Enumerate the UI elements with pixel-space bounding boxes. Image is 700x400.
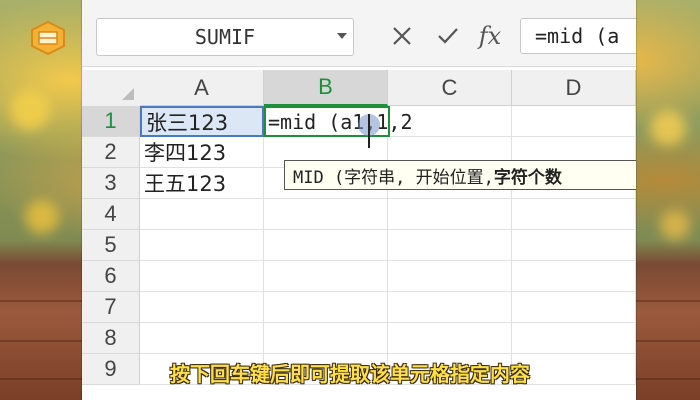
close-icon xyxy=(393,27,411,45)
function-hint-tooltip: MID (字符串, 开始位置, 字符个数 xyxy=(284,160,636,190)
grid-cell[interactable] xyxy=(140,292,264,323)
grid-cell[interactable] xyxy=(512,261,636,292)
grid-cell[interactable] xyxy=(264,323,388,354)
formula-bar-text: =mid (a xyxy=(535,24,620,48)
column-header-d[interactable]: D xyxy=(512,70,636,106)
grid-cell[interactable] xyxy=(512,199,636,230)
background-flower xyxy=(650,110,686,146)
grid-cell[interactable] xyxy=(388,261,512,292)
grid-cell[interactable] xyxy=(512,106,636,137)
cell-a2-value: 李四123 xyxy=(144,141,227,165)
background-flower xyxy=(660,210,690,240)
enter-formula-button[interactable] xyxy=(432,20,464,52)
row-header-5[interactable]: 5 xyxy=(82,230,140,261)
row-header-6[interactable]: 6 xyxy=(82,261,140,292)
cell-a2[interactable]: 李四123 xyxy=(140,137,264,168)
grid-cell[interactable] xyxy=(388,292,512,323)
check-icon xyxy=(438,28,458,44)
row-header-2[interactable]: 2 xyxy=(82,137,140,168)
grid-cell[interactable] xyxy=(512,230,636,261)
cell-a1-value: 张三123 xyxy=(146,110,229,135)
grid-cell[interactable] xyxy=(264,230,388,261)
text-cursor-ibeam-icon xyxy=(368,114,370,148)
grid-cell[interactable] xyxy=(264,292,388,323)
grid-cell[interactable] xyxy=(264,199,388,230)
name-box-dropdown-icon[interactable] xyxy=(337,33,347,39)
background-flower xyxy=(10,90,50,130)
name-box-value: SUMIF xyxy=(194,25,256,49)
formula-bar-input[interactable]: =mid (a xyxy=(520,18,636,54)
spreadsheet-window: SUMIF fx =mid (a A B C D 1 2 3 4 5 6 7 8… xyxy=(82,0,636,400)
row-header-3[interactable]: 3 xyxy=(82,168,140,199)
formula-toolbar: SUMIF fx =mid (a xyxy=(82,0,636,67)
grid-cell[interactable] xyxy=(140,230,264,261)
grid-cell[interactable] xyxy=(388,199,512,230)
grid-cell[interactable] xyxy=(264,261,388,292)
insert-function-button[interactable]: fx xyxy=(474,20,506,52)
grid-cell[interactable] xyxy=(512,323,636,354)
fx-icon: fx xyxy=(478,22,502,50)
grid-cell[interactable] xyxy=(140,261,264,292)
select-all-corner[interactable] xyxy=(82,70,141,107)
cancel-formula-button[interactable] xyxy=(386,20,418,52)
column-header-c[interactable]: C xyxy=(388,70,512,106)
select-all-icon xyxy=(122,88,134,100)
column-header-b[interactable]: B xyxy=(264,70,388,106)
grid-cell[interactable] xyxy=(140,199,264,230)
grid-cell[interactable] xyxy=(388,230,512,261)
tooltip-current-arg: 字符个数 xyxy=(493,167,562,188)
column-header-a[interactable]: A xyxy=(140,70,264,106)
row-header-8[interactable]: 8 xyxy=(82,323,140,354)
name-box[interactable]: SUMIF xyxy=(96,18,354,56)
tooltip-text: MID (字符串, 开始位置, xyxy=(293,167,494,188)
row-header-1[interactable]: 1 xyxy=(82,106,140,137)
background-flower xyxy=(25,200,59,234)
grid-cell[interactable] xyxy=(388,323,512,354)
grid-cell[interactable] xyxy=(140,323,264,354)
video-caption: 按下回车键后即可提取该单元格指定内容 xyxy=(170,362,530,386)
cell-a1[interactable]: 张三123 xyxy=(140,106,264,137)
grid-cell[interactable] xyxy=(512,292,636,323)
row-header-7[interactable]: 7 xyxy=(82,292,140,323)
cell-b1-formula: =mid (a1,1,2 xyxy=(268,109,413,134)
channel-logo-icon xyxy=(26,16,70,60)
cell-a3-value: 王五123 xyxy=(144,172,227,196)
cell-a3[interactable]: 王五123 xyxy=(140,168,264,199)
row-header-4[interactable]: 4 xyxy=(82,199,140,230)
